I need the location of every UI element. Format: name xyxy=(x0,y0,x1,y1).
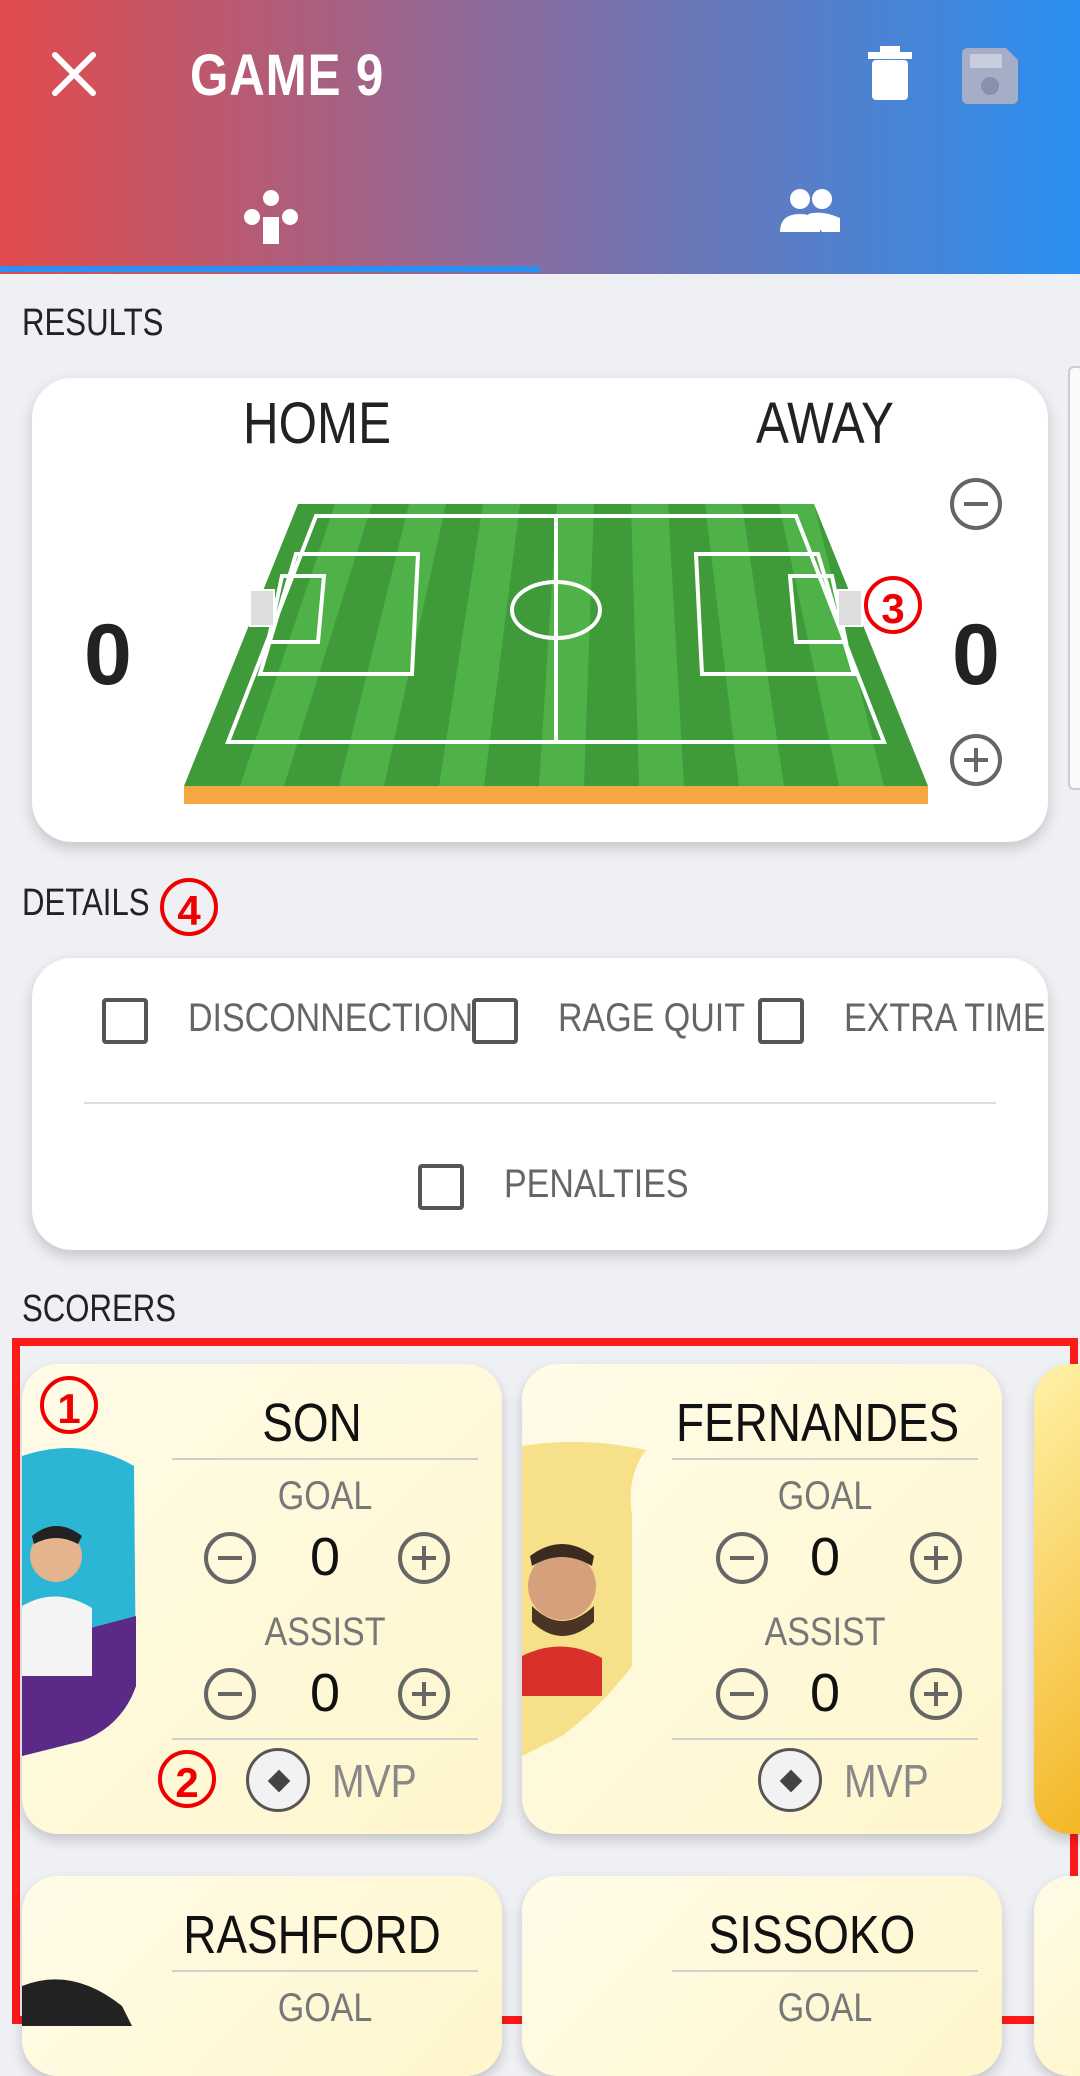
annotation-4: 4 xyxy=(160,878,218,936)
player-portrait-fernandes xyxy=(522,1441,646,1756)
assist-decrement-button[interactable] xyxy=(716,1668,768,1720)
goal-count: 0 xyxy=(809,1527,841,1587)
goal-label: GOAL xyxy=(777,1474,873,1518)
results-card: HOME AWAY 0 3 0 xyxy=(32,378,1048,842)
assist-label: ASSIST xyxy=(264,1610,386,1654)
extra-time-label: EXTRA TIME xyxy=(844,996,1046,1040)
details-section-label: DETAILS xyxy=(22,882,150,924)
player-card-partial xyxy=(1034,1364,1080,1834)
mvp-label: MVP xyxy=(332,1755,417,1807)
app-header: GAME 9 xyxy=(0,0,1080,274)
player-card-rashford: RASHFORD GOAL xyxy=(22,1876,502,2076)
player-name: RASHFORD xyxy=(183,1905,441,1965)
annotation-2: 2 xyxy=(158,1750,216,1808)
away-label: AWAY xyxy=(756,391,894,456)
name-divider xyxy=(672,1458,978,1460)
rage-quit-label: RAGE QUIT xyxy=(558,996,746,1040)
trash-icon[interactable] xyxy=(866,46,914,100)
extra-time-checkbox[interactable] xyxy=(758,998,804,1044)
goal-decrement-button[interactable] xyxy=(204,1532,256,1584)
pitch-illustration xyxy=(184,504,928,804)
goal-label: GOAL xyxy=(777,1986,873,2030)
close-icon[interactable] xyxy=(45,45,103,103)
scorers-section-label: SCORERS xyxy=(22,1288,177,1330)
assist-count: 0 xyxy=(809,1663,841,1723)
player-card-sissoko: SISSOKO GOAL xyxy=(522,1876,1002,2076)
name-divider xyxy=(672,1970,978,1972)
tab-game[interactable] xyxy=(0,178,540,268)
assist-divider xyxy=(172,1738,478,1740)
assist-increment-button[interactable] xyxy=(910,1668,962,1720)
save-icon[interactable] xyxy=(962,48,1018,104)
mvp-ball-icon[interactable] xyxy=(758,1748,822,1812)
goal-increment-button[interactable] xyxy=(910,1532,962,1584)
player-card-fernandes: FERNANDES GOAL 0 ASSIST 0 MVP xyxy=(522,1364,1002,1834)
assist-count: 0 xyxy=(309,1663,341,1723)
goal-count: 0 xyxy=(309,1527,341,1587)
player-name: FERNANDES xyxy=(676,1393,960,1453)
penalties-checkbox[interactable] xyxy=(418,1164,464,1210)
away-score-increment-button[interactable] xyxy=(950,734,1002,786)
goal-decrement-button[interactable] xyxy=(716,1532,768,1584)
details-card: DISCONNECTION RAGE QUIT EXTRA TIME PENAL… xyxy=(32,958,1048,1250)
disconnection-checkbox[interactable] xyxy=(102,998,148,1044)
goal-label: GOAL xyxy=(277,1474,373,1518)
away-score: 0 xyxy=(952,607,1000,703)
home-score: 0 xyxy=(84,607,132,703)
rage-quit-checkbox[interactable] xyxy=(472,998,518,1044)
player-card-son: 1 SON GOAL 0 ASSIST 0 2 MVP xyxy=(22,1364,502,1834)
away-score-decrement-button[interactable] xyxy=(950,478,1002,530)
results-section-label: RESULTS xyxy=(22,302,164,344)
home-label: HOME xyxy=(243,391,391,456)
details-divider xyxy=(84,1102,996,1104)
player-name: SISSOKO xyxy=(708,1905,916,1965)
gamepad-icon xyxy=(244,190,298,244)
player-portrait-son xyxy=(22,1448,136,1756)
assist-increment-button[interactable] xyxy=(398,1668,450,1720)
player-card-partial-2 xyxy=(1034,1876,1080,2076)
annotation-3: 3 xyxy=(864,576,922,634)
goal-increment-button[interactable] xyxy=(398,1532,450,1584)
tab-players[interactable] xyxy=(540,178,1080,268)
assist-label: ASSIST xyxy=(764,1610,886,1654)
mvp-label: MVP xyxy=(844,1755,929,1807)
active-tab-indicator xyxy=(0,266,540,272)
scrollbar[interactable] xyxy=(1068,366,1080,790)
player-name: SON xyxy=(262,1393,362,1453)
people-icon xyxy=(780,189,840,232)
annotation-1: 1 xyxy=(40,1376,98,1434)
penalties-label: PENALTIES xyxy=(504,1162,689,1206)
goal-label: GOAL xyxy=(277,1986,373,2030)
name-divider xyxy=(172,1970,478,1972)
name-divider xyxy=(172,1458,478,1460)
assist-divider xyxy=(672,1738,978,1740)
disconnection-label: DISCONNECTION xyxy=(188,996,474,1040)
assist-decrement-button[interactable] xyxy=(204,1668,256,1720)
mvp-ball-icon[interactable] xyxy=(246,1748,310,1812)
page-title: GAME 9 xyxy=(190,43,385,108)
player-portrait-rashford xyxy=(22,1979,132,2026)
